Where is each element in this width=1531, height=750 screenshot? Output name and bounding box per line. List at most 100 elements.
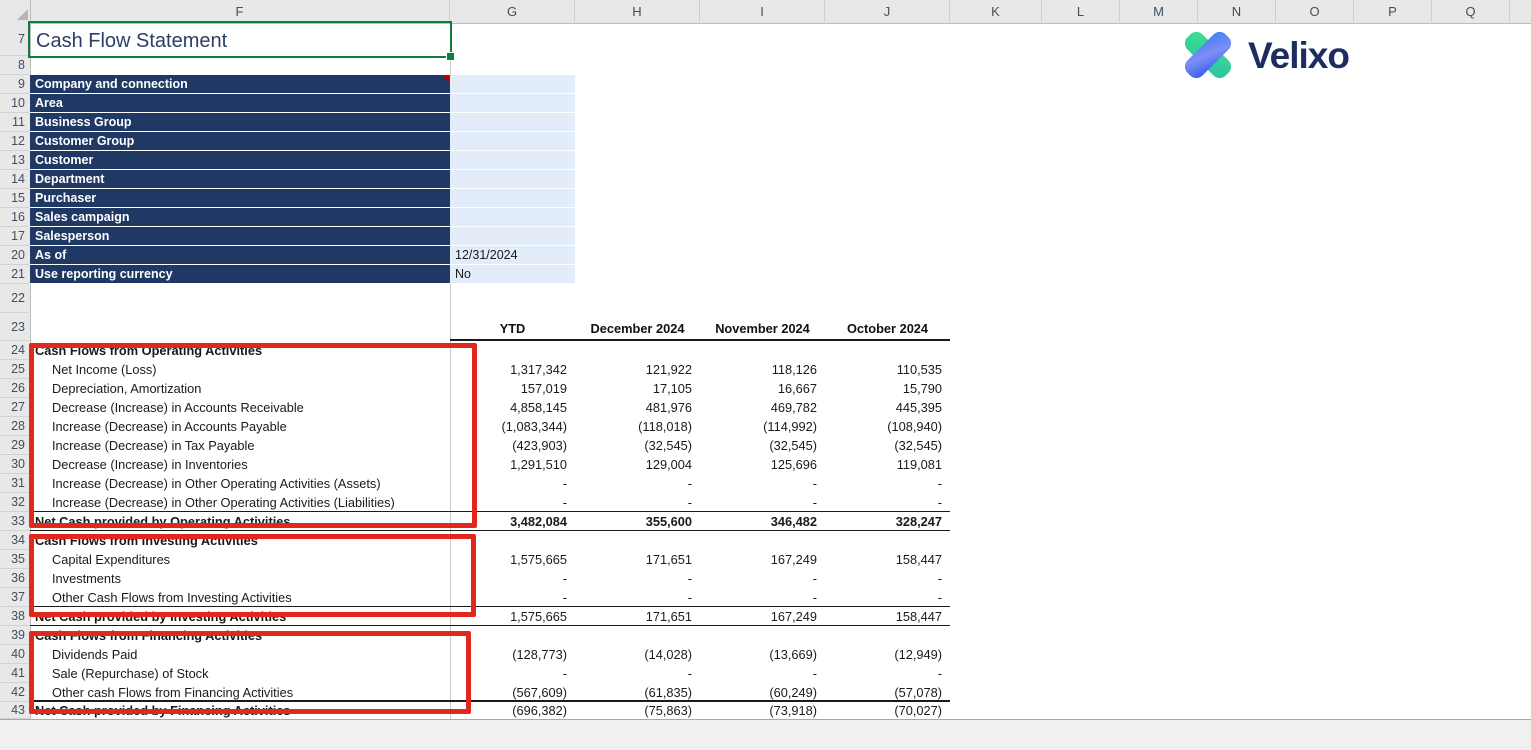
statement-value-37-i[interactable]: - — [700, 588, 817, 607]
statement-value-31-i[interactable]: - — [700, 474, 817, 493]
statement-value-41-i[interactable]: - — [700, 664, 817, 683]
velixo-logo-text: Velixo — [1248, 37, 1349, 74]
statement-value-26-j[interactable]: 15,790 — [825, 379, 942, 398]
statement-value-36-j[interactable]: - — [825, 569, 942, 588]
statement-value-33-i[interactable]: 346,482 — [700, 512, 817, 531]
filter-value-11[interactable] — [450, 113, 575, 132]
statement-value-40-j[interactable]: (12,949) — [825, 645, 942, 664]
statement-value-27-j[interactable]: 445,395 — [825, 398, 942, 417]
selected-cell-outline[interactable] — [28, 21, 452, 58]
column-header-i[interactable]: I — [700, 0, 825, 22]
selection-fill-handle[interactable] — [446, 52, 455, 61]
statement-value-38-i[interactable]: 167,249 — [700, 607, 817, 626]
annotation-box-operating — [29, 343, 477, 528]
filter-value-12[interactable] — [450, 132, 575, 151]
statement-value-29-j[interactable]: (32,545) — [825, 436, 942, 455]
statement-value-25-h[interactable]: 121,922 — [575, 360, 692, 379]
statement-value-32-i[interactable]: - — [700, 493, 817, 512]
filter-label-16[interactable]: Sales campaign — [30, 208, 450, 227]
statement-value-27-i[interactable]: 469,782 — [700, 398, 817, 417]
statement-value-41-h[interactable]: - — [575, 664, 692, 683]
filter-value-20[interactable]: 12/31/2024 — [450, 246, 575, 265]
sheet-tab-bar: › Cash Flow Statement Options Informatio… — [0, 719, 1531, 750]
filter-value-13[interactable] — [450, 151, 575, 170]
filter-value-21[interactable]: No — [450, 265, 575, 284]
filter-label-21[interactable]: Use reporting currency — [30, 265, 450, 284]
statement-value-35-i[interactable]: 167,249 — [700, 550, 817, 569]
filter-label-20[interactable]: As of — [30, 246, 450, 265]
filter-value-16[interactable] — [450, 208, 575, 227]
statement-value-31-j[interactable]: - — [825, 474, 942, 493]
statement-value-40-h[interactable]: (14,028) — [575, 645, 692, 664]
statement-value-43-h[interactable]: (75,863) — [575, 702, 692, 719]
filter-value-15[interactable] — [450, 189, 575, 208]
period-header-4: October 2024 — [825, 313, 950, 341]
statement-value-25-j[interactable]: 110,535 — [825, 360, 942, 379]
statement-value-36-h[interactable]: - — [575, 569, 692, 588]
statement-value-33-j[interactable]: 328,247 — [825, 512, 942, 531]
column-header-j[interactable]: J — [825, 0, 950, 22]
column-header-l[interactable]: L — [1042, 0, 1120, 22]
filter-label-13[interactable]: Customer — [30, 151, 450, 170]
select-all-corner[interactable] — [0, 0, 31, 22]
period-header-1: YTD — [450, 313, 575, 341]
column-header-f[interactable]: F — [30, 0, 450, 22]
spreadsheet-window: FGHIJKLMNOPQ 789101112131415161720212223… — [0, 0, 1531, 750]
select-all-triangle-icon — [17, 9, 28, 20]
statement-value-31-h[interactable]: - — [575, 474, 692, 493]
statement-value-40-i[interactable]: (13,669) — [700, 645, 817, 664]
column-header-m[interactable]: M — [1120, 0, 1198, 22]
filter-label-12[interactable]: Customer Group — [30, 132, 450, 151]
column-header-q[interactable]: Q — [1432, 0, 1510, 22]
period-header-2: December 2024 — [575, 313, 700, 341]
filter-label-10[interactable]: Area — [30, 94, 450, 113]
statement-value-26-h[interactable]: 17,105 — [575, 379, 692, 398]
velixo-x-icon — [1178, 26, 1238, 84]
comment-indicator-icon — [442, 75, 450, 83]
statement-value-25-i[interactable]: 118,126 — [700, 360, 817, 379]
statement-value-29-i[interactable]: (32,545) — [700, 436, 817, 455]
statement-value-37-j[interactable]: - — [825, 588, 942, 607]
statement-value-36-i[interactable]: - — [700, 569, 817, 588]
statement-value-30-i[interactable]: 125,696 — [700, 455, 817, 474]
filter-label-15[interactable]: Purchaser — [30, 189, 450, 208]
statement-value-28-i[interactable]: (114,992) — [700, 417, 817, 436]
statement-value-35-j[interactable]: 158,447 — [825, 550, 942, 569]
velixo-logo: Velixo — [1178, 26, 1349, 84]
column-header-k[interactable]: K — [950, 0, 1042, 22]
statement-value-43-j[interactable]: (70,027) — [825, 702, 942, 719]
filter-value-10[interactable] — [450, 94, 575, 113]
annotation-box-investing — [29, 534, 476, 617]
statement-value-26-i[interactable]: 16,667 — [700, 379, 817, 398]
statement-value-29-h[interactable]: (32,545) — [575, 436, 692, 455]
filter-value-9[interactable] — [450, 75, 575, 94]
column-header-o[interactable]: O — [1276, 0, 1354, 22]
column-header-n[interactable]: N — [1198, 0, 1276, 22]
statement-value-33-h[interactable]: 355,600 — [575, 512, 692, 531]
filter-label-14[interactable]: Department — [30, 170, 450, 189]
statement-value-28-h[interactable]: (118,018) — [575, 417, 692, 436]
statement-value-30-h[interactable]: 129,004 — [575, 455, 692, 474]
column-header-p[interactable]: P — [1354, 0, 1432, 22]
filter-value-14[interactable] — [450, 170, 575, 189]
period-header-3: November 2024 — [700, 313, 825, 341]
statement-value-41-j[interactable]: - — [825, 664, 942, 683]
statement-value-27-h[interactable]: 481,976 — [575, 398, 692, 417]
statement-value-28-j[interactable]: (108,940) — [825, 417, 942, 436]
column-header-h[interactable]: H — [575, 0, 700, 22]
statement-value-38-j[interactable]: 158,447 — [825, 607, 942, 626]
period-header-underline — [450, 339, 950, 341]
column-header-g[interactable]: G — [450, 0, 575, 22]
filter-value-17[interactable] — [450, 227, 575, 246]
filter-label-11[interactable]: Business Group — [30, 113, 450, 132]
statement-value-38-h[interactable]: 171,651 — [575, 607, 692, 626]
filter-label-9[interactable]: Company and connection — [30, 75, 450, 94]
statement-value-30-j[interactable]: 119,081 — [825, 455, 942, 474]
statement-value-32-h[interactable]: - — [575, 493, 692, 512]
statement-value-43-i[interactable]: (73,918) — [700, 702, 817, 719]
filter-label-17[interactable]: Salesperson — [30, 227, 450, 246]
annotation-box-financing — [29, 631, 471, 714]
statement-value-35-h[interactable]: 171,651 — [575, 550, 692, 569]
statement-value-37-h[interactable]: - — [575, 588, 692, 607]
statement-value-32-j[interactable]: - — [825, 493, 942, 512]
